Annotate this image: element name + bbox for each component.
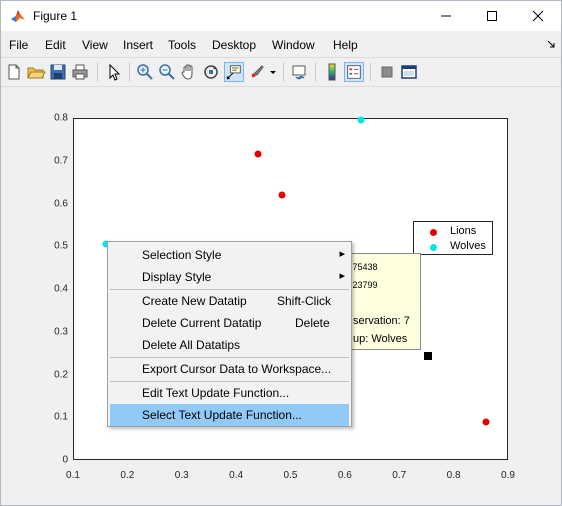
menu-tools[interactable]: Tools bbox=[168, 38, 196, 52]
menu-item-shortcut: Shift-Click bbox=[277, 294, 332, 308]
link-plot-icon[interactable] bbox=[290, 62, 310, 82]
menu-item-label: Select Text Update Function... bbox=[142, 408, 302, 422]
legend-label-lions: Lions bbox=[450, 225, 477, 237]
maximize-icon bbox=[487, 11, 497, 21]
legend-icon[interactable] bbox=[344, 62, 364, 82]
minimize-icon bbox=[441, 15, 451, 17]
minimize-button[interactable] bbox=[423, 1, 469, 31]
print-icon[interactable] bbox=[70, 62, 90, 82]
menu-item-label: Selection Style bbox=[142, 248, 222, 262]
colorbar-icon[interactable] bbox=[322, 62, 342, 82]
menu-item-label: Export Cursor Data to Workspace... bbox=[142, 362, 332, 376]
menu-item-export-cursor-data[interactable]: Export Cursor Data to Workspace... bbox=[110, 358, 349, 380]
x-tick-label: 0.7 bbox=[392, 470, 407, 481]
menu-help[interactable]: Help bbox=[333, 38, 358, 52]
x-tick-label: 0.1 bbox=[66, 470, 80, 481]
x-tick-label: 0.2 bbox=[120, 470, 135, 481]
toolbar-separator bbox=[315, 63, 316, 81]
scatter-point-lions[interactable] bbox=[254, 150, 262, 158]
menu-window[interactable]: Window bbox=[272, 38, 315, 52]
menu-item-create-new-datatip[interactable]: Create New Datatip Shift-Click bbox=[110, 290, 349, 312]
submenu-arrow-icon: ▸ bbox=[339, 248, 345, 260]
legend-entry-lions[interactable]: Lions bbox=[414, 224, 494, 240]
scatter-point-lions[interactable] bbox=[482, 418, 490, 426]
menu-insert[interactable]: Insert bbox=[123, 38, 153, 52]
window-title: Figure 1 bbox=[33, 9, 78, 23]
pan-icon[interactable] bbox=[179, 62, 199, 82]
datatip-y-value: .23799 bbox=[350, 280, 378, 290]
new-figure-icon[interactable] bbox=[4, 62, 24, 82]
edit-plot-icon[interactable] bbox=[104, 62, 124, 82]
menu-edit[interactable]: Edit bbox=[45, 38, 66, 52]
datatip-group: up: Wolves bbox=[353, 333, 408, 345]
maximize-button[interactable] bbox=[469, 1, 515, 31]
y-tick-label: 0.4 bbox=[54, 283, 68, 295]
menu-item-label: Delete All Datatips bbox=[142, 338, 241, 352]
dock-arrow-icon[interactable] bbox=[547, 40, 555, 48]
x-tick-label: 0.3 bbox=[174, 470, 189, 481]
toolbar-separator bbox=[97, 63, 98, 81]
menu-item-shortcut: Delete bbox=[295, 316, 330, 330]
x-tick-label: 0.6 bbox=[337, 470, 352, 481]
y-tick-label: 0.5 bbox=[54, 240, 68, 252]
menu-bar: File Edit View Insert Tools Desktop Wind… bbox=[1, 33, 561, 55]
hide-plot-tools-icon[interactable] bbox=[377, 62, 397, 82]
context-menu: Selection Style ▸ Display Style ▸ Create… bbox=[107, 241, 352, 427]
y-tick-label: 0.3 bbox=[54, 326, 68, 338]
figure-toolbar bbox=[1, 57, 561, 87]
scatter-point-lions[interactable] bbox=[278, 191, 286, 199]
x-tick-label: 0.4 bbox=[229, 470, 244, 481]
title-bar[interactable]: Figure 1 bbox=[1, 1, 561, 31]
menu-item-edit-text-update-function[interactable]: Edit Text Update Function... bbox=[110, 382, 349, 404]
data-cursor-icon[interactable] bbox=[224, 62, 244, 82]
y-tick-label: 0.2 bbox=[54, 369, 68, 380]
x-tick-label: 0.5 bbox=[283, 470, 298, 481]
menu-item-selection-style[interactable]: Selection Style ▸ bbox=[110, 244, 349, 266]
y-tick-label: 0.8 bbox=[54, 112, 68, 124]
rotate-3d-icon[interactable] bbox=[201, 62, 221, 82]
save-icon[interactable] bbox=[48, 62, 68, 82]
toolbar-separator bbox=[129, 63, 130, 81]
y-tick-label: 0.6 bbox=[54, 198, 68, 209]
toolbar-separator bbox=[370, 63, 371, 81]
y-tick-label: 0.1 bbox=[54, 411, 68, 423]
show-plot-tools-icon[interactable] bbox=[399, 62, 419, 82]
menu-item-label: Edit Text Update Function... bbox=[142, 386, 290, 400]
submenu-arrow-icon: ▸ bbox=[339, 270, 345, 282]
legend[interactable]: Lions Wolves bbox=[413, 221, 493, 255]
menu-item-display-style[interactable]: Display Style ▸ bbox=[110, 266, 349, 288]
zoom-out-icon[interactable] bbox=[157, 62, 177, 82]
legend-entry-wolves[interactable]: Wolves bbox=[414, 239, 494, 255]
brush-icon[interactable] bbox=[247, 62, 267, 82]
menu-view[interactable]: View bbox=[82, 38, 108, 52]
brush-dropdown-icon[interactable] bbox=[269, 70, 277, 76]
legend-marker-lions bbox=[430, 229, 437, 236]
menu-item-label: Create New Datatip bbox=[142, 294, 247, 308]
menu-file[interactable]: File bbox=[9, 38, 28, 52]
menu-item-select-text-update-function[interactable]: Select Text Update Function... bbox=[110, 404, 349, 426]
datatip-marker[interactable] bbox=[424, 352, 432, 360]
close-button[interactable] bbox=[515, 1, 561, 31]
x-tick-label: 0.9 bbox=[501, 470, 515, 481]
y-tick-label: 0 bbox=[62, 454, 68, 466]
menu-item-delete-all-datatips[interactable]: Delete All Datatips bbox=[110, 334, 349, 356]
matlab-logo-icon bbox=[11, 10, 25, 22]
menu-item-label: Display Style bbox=[142, 270, 212, 284]
legend-label-wolves: Wolves bbox=[450, 240, 486, 252]
close-icon bbox=[532, 10, 544, 22]
datatip-observation: servation: 7 bbox=[353, 315, 410, 327]
toolbar-separator bbox=[283, 63, 284, 81]
y-tick-label: 0.7 bbox=[54, 155, 68, 167]
menu-item-label: Delete Current Datatip bbox=[142, 316, 262, 330]
datatip-x-value: .75438 bbox=[350, 262, 378, 272]
scatter-point-wolves[interactable] bbox=[357, 116, 365, 124]
zoom-in-icon[interactable] bbox=[135, 62, 155, 82]
open-file-icon[interactable] bbox=[26, 62, 46, 82]
menu-item-delete-current-datatip[interactable]: Delete Current Datatip Delete bbox=[110, 312, 349, 334]
x-tick-label: 0.8 bbox=[446, 470, 461, 481]
legend-marker-wolves bbox=[430, 244, 437, 251]
menu-desktop[interactable]: Desktop bbox=[212, 38, 256, 52]
